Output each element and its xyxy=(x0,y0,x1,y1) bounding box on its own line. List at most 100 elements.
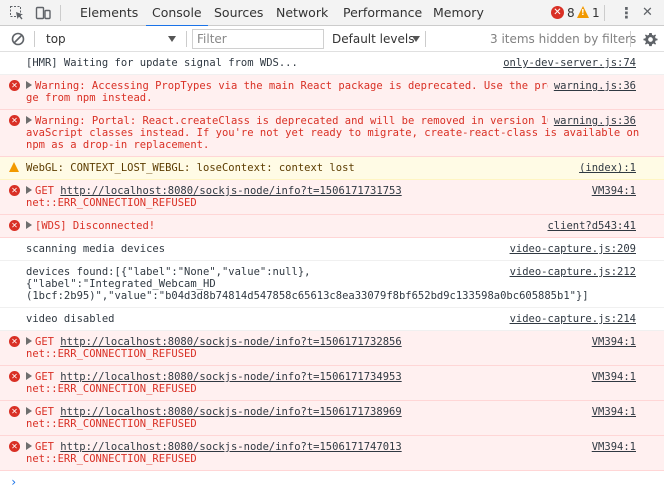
request-method: GET xyxy=(35,406,61,418)
more-options-icon[interactable]: ⋮ xyxy=(619,0,634,26)
warning-count[interactable]: 1 xyxy=(592,0,600,26)
expand-arrow-icon[interactable] xyxy=(26,337,32,345)
source-link[interactable]: warning.js:36 xyxy=(547,115,636,127)
source-link[interactable]: video-capture.js:209 xyxy=(504,243,636,255)
gear-icon[interactable] xyxy=(641,30,659,48)
source-link[interactable]: video-capture.js:212 xyxy=(504,266,636,278)
request-url-link[interactable]: http://localhost:8080/sockjs-node/info?t… xyxy=(60,336,401,348)
message-line: [HMR] Waiting for update signal from WDS… xyxy=(26,57,298,69)
context-selector[interactable]: top xyxy=(38,29,180,49)
expand-arrow-icon[interactable] xyxy=(26,116,32,124)
request-method: GET xyxy=(35,336,61,348)
close-devtools-icon[interactable]: ✕ xyxy=(642,0,653,26)
message-line: [WDS] Disconnected! xyxy=(35,220,156,232)
request-url-link[interactable]: http://localhost:8080/sockjs-node/info?t… xyxy=(60,185,401,197)
source-link[interactable]: warning.js:36 xyxy=(547,80,636,92)
message-line: scanning media devices xyxy=(26,243,166,255)
error-detail: net::ERR_CONNECTION_REFUSED xyxy=(26,453,197,465)
message-text: GET http://localhost:8080/sockjs-node/in… xyxy=(26,441,402,465)
console-message[interactable]: video disabled video-capture.js:214 xyxy=(0,308,664,331)
message-text: Warning: Accessing PropTypes via the mai… xyxy=(26,80,636,104)
console-message[interactable]: ✕ GET http://localhost:8080/sockjs-node/i… xyxy=(0,401,664,436)
source-link[interactable]: VM394:1 xyxy=(585,185,636,197)
console-filter-bar: top Default levels 3 items hidden by fil… xyxy=(0,26,664,52)
expand-arrow-icon[interactable] xyxy=(26,442,32,450)
tab-performance[interactable]: Performance xyxy=(343,0,422,26)
console-message[interactable]: ✕ GET http://localhost:8080/sockjs-node/i… xyxy=(0,366,664,401)
clear-console-icon[interactable] xyxy=(9,30,27,48)
toolbar-divider xyxy=(186,31,187,47)
console-message[interactable]: scanning media devices video-capture.js:2… xyxy=(0,238,664,261)
message-text: GET http://localhost:8080/sockjs-node/in… xyxy=(26,371,402,395)
console-message[interactable]: [HMR] Waiting for update signal from WDS… xyxy=(0,52,664,75)
tab-memory[interactable]: Memory xyxy=(433,0,484,26)
source-link[interactable]: VM394:1 xyxy=(585,336,636,348)
message-text: [WDS] Disconnected! xyxy=(26,220,155,232)
context-selector-value: top xyxy=(46,32,66,46)
error-icon: ✕ xyxy=(9,220,20,231)
message-line: Warning: Accessing PropTypes via the mai… xyxy=(26,80,636,104)
message-text: GET http://localhost:8080/sockjs-node/in… xyxy=(26,406,402,430)
warning-count-icon[interactable]: ! xyxy=(577,6,589,18)
request-method: GET xyxy=(35,371,61,383)
expand-arrow-icon[interactable] xyxy=(26,221,32,229)
tab-network[interactable]: Network xyxy=(276,0,328,26)
source-link[interactable]: (index):1 xyxy=(573,162,636,174)
inspect-element-icon[interactable] xyxy=(8,4,26,22)
message-text: WebGL: CONTEXT_LOST_WEBGL: loseContext: … xyxy=(26,162,355,174)
tab-sources[interactable]: Sources xyxy=(214,0,263,26)
expand-arrow-icon[interactable] xyxy=(26,186,32,194)
expand-arrow-icon[interactable] xyxy=(26,407,32,415)
source-link[interactable]: only-dev-server.js:74 xyxy=(497,57,636,69)
source-link[interactable]: client?d543:41 xyxy=(541,220,636,232)
error-icon: ✕ xyxy=(9,406,20,417)
message-text: video disabled xyxy=(26,313,115,325)
error-detail: net::ERR_CONNECTION_REFUSED xyxy=(26,383,197,395)
error-icon: ✕ xyxy=(9,80,20,91)
message-line: WebGL: CONTEXT_LOST_WEBGL: loseContext: … xyxy=(26,162,355,174)
error-count-icon[interactable]: ✕ xyxy=(551,6,564,19)
expand-arrow-icon[interactable] xyxy=(26,81,32,89)
log-levels-dropdown[interactable]: Default levels xyxy=(332,29,414,49)
request-method: GET xyxy=(35,185,61,197)
console-message[interactable]: ✕ GET http://localhost:8080/sockjs-node/i… xyxy=(0,436,664,471)
console-message[interactable]: ✕ Warning: Accessing PropTypes via the ma… xyxy=(0,75,664,110)
hidden-items-count: 3 items hidden by filters xyxy=(490,32,637,46)
devtools-tabbar: Elements Console Sources Network Perform… xyxy=(0,0,664,27)
toolbar-divider xyxy=(630,31,631,47)
toolbar-divider xyxy=(604,5,605,21)
console-message[interactable]: ✕ [WDS] Disconnected! client?d543:41 xyxy=(0,215,664,238)
request-url-link[interactable]: http://localhost:8080/sockjs-node/info?t… xyxy=(60,371,401,383)
console-messages: [HMR] Waiting for update signal from WDS… xyxy=(0,52,664,489)
console-message[interactable]: ✕ GET http://localhost:8080/sockjs-node/i… xyxy=(0,180,664,215)
filter-input[interactable] xyxy=(192,29,324,49)
chevron-down-icon xyxy=(168,36,176,42)
error-icon: ✕ xyxy=(9,336,20,347)
source-link[interactable]: VM394:1 xyxy=(585,406,636,418)
tab-elements[interactable]: Elements xyxy=(80,0,138,26)
console-message[interactable]: devices found:[{"label":"None","value":n… xyxy=(0,261,664,308)
message-text: [HMR] Waiting for update signal from WDS… xyxy=(26,57,298,69)
error-count[interactable]: 8 xyxy=(567,0,575,26)
source-link[interactable]: VM394:1 xyxy=(585,371,636,383)
message-text: scanning media devices xyxy=(26,243,165,255)
device-toolbar-icon[interactable] xyxy=(34,4,52,22)
toolbar-divider xyxy=(425,31,426,47)
source-link[interactable]: video-capture.js:214 xyxy=(504,313,636,325)
message-text: GET http://localhost:8080/sockjs-node/in… xyxy=(26,336,402,360)
message-text: GET http://localhost:8080/sockjs-node/in… xyxy=(26,185,402,209)
error-detail: net::ERR_CONNECTION_REFUSED xyxy=(26,418,197,430)
error-icon: ✕ xyxy=(9,185,20,196)
error-detail: net::ERR_CONNECTION_REFUSED xyxy=(26,197,197,209)
request-url-link[interactable]: http://localhost:8080/sockjs-node/info?t… xyxy=(60,406,401,418)
error-detail: net::ERR_CONNECTION_REFUSED xyxy=(26,348,197,360)
error-icon: ✕ xyxy=(9,371,20,382)
console-message[interactable]: WebGL: CONTEXT_LOST_WEBGL: loseContext: … xyxy=(0,157,664,180)
tab-console[interactable]: Console xyxy=(146,0,208,27)
console-message[interactable]: ✕ GET http://localhost:8080/sockjs-node/i… xyxy=(0,331,664,366)
expand-arrow-icon[interactable] xyxy=(26,372,32,380)
console-message[interactable]: ✕ Warning: Portal: React.createClass is d… xyxy=(0,110,664,157)
error-icon: ✕ xyxy=(9,115,20,126)
console-prompt-icon[interactable]: › xyxy=(10,475,17,489)
toolbar-divider xyxy=(34,31,35,47)
